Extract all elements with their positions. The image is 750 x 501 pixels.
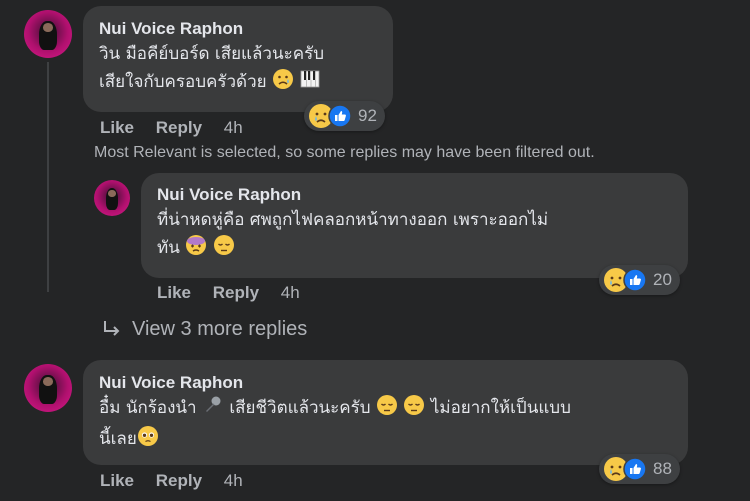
comment-actions: Like Reply 4h <box>100 471 260 491</box>
reply-button[interactable]: Reply <box>156 118 202 137</box>
comment-text-line: ไม่อยากให้เป็นแบบ <box>430 398 571 418</box>
piano-icon <box>299 68 321 99</box>
comment-text-line: เสียชีวิตแล้วนะครับ <box>229 398 371 418</box>
comment-text: ที่น่าหดหู่คือ ศพถูกไฟคลอกหน้าทางออก เพร… <box>157 206 672 265</box>
reaction-count: 92 <box>358 106 377 125</box>
like-button[interactable]: Like <box>100 118 134 137</box>
comment-bubble: Nui Voice Raphon วิน มือคีย์บอร์ด เสียแล… <box>83 6 393 112</box>
comment-actions: Like Reply 4h <box>100 118 260 138</box>
avatar[interactable] <box>24 10 72 58</box>
reply-button[interactable]: Reply <box>156 471 202 490</box>
comment-author[interactable]: Nui Voice Raphon <box>99 18 377 40</box>
thread-line <box>47 62 49 292</box>
like-icon <box>328 104 352 128</box>
like-button[interactable]: Like <box>157 283 191 302</box>
microphone-icon <box>202 394 224 425</box>
sad-face-icon <box>272 68 294 99</box>
pensive-face-icon <box>213 234 235 265</box>
comment-author[interactable]: Nui Voice Raphon <box>99 372 672 394</box>
comment-bubble: Nui Voice Raphon อื๋ม นักร้องนำ เสียชีวิ… <box>83 360 688 465</box>
pensive-face-icon <box>403 394 425 425</box>
comment-actions: Like Reply 4h <box>157 283 317 303</box>
avatar[interactable] <box>94 180 130 216</box>
reaction-count: 88 <box>653 459 672 478</box>
timestamp[interactable]: 4h <box>224 471 243 490</box>
timestamp[interactable]: 4h <box>281 283 300 302</box>
comment-text: อื๋ม นักร้องนำ เสียชีวิตแล้วนะครับ ไม่อย… <box>99 394 672 456</box>
avatar[interactable] <box>24 364 72 412</box>
comment-text-line: ที่น่าหดหู่คือ ศพถูกไฟคลอกหน้าทางออก เพร… <box>157 210 549 230</box>
reaction-summary[interactable]: 92 <box>304 101 385 131</box>
comment-text-line: อื๋ม นักร้องนำ <box>99 398 197 418</box>
reaction-summary[interactable]: 20 <box>599 265 680 295</box>
view-more-label[interactable]: View 3 more replies <box>132 318 307 341</box>
pleading-face-icon <box>137 425 159 456</box>
reply-button[interactable]: Reply <box>213 283 259 302</box>
like-button[interactable]: Like <box>100 471 134 490</box>
comment-text: วิน มือคีย์บอร์ด เสียแล้วนะครับ เสียใจกั… <box>99 40 377 99</box>
dizzy-face-icon <box>185 234 207 265</box>
pensive-face-icon <box>376 394 398 425</box>
comment-text-line: ทัน <box>157 238 180 258</box>
reply-arrow-icon <box>100 317 124 341</box>
reaction-summary[interactable]: 88 <box>599 454 680 484</box>
view-more-replies-link[interactable]: View 3 more replies <box>100 317 307 341</box>
comment-text-line: วิน มือคีย์บอร์ด เสียแล้วนะครับ <box>99 44 325 64</box>
comment-bubble: Nui Voice Raphon ที่น่าหดหู่คือ ศพถูกไฟค… <box>141 173 688 278</box>
comment-text-line: เสียใจกับครอบครัวด้วย <box>99 72 267 92</box>
comment-text-line: นี้เลย <box>99 429 137 449</box>
comment-author[interactable]: Nui Voice Raphon <box>157 184 672 206</box>
like-icon <box>623 457 647 481</box>
timestamp[interactable]: 4h <box>224 118 243 137</box>
reaction-count: 20 <box>653 270 672 289</box>
like-icon <box>623 268 647 292</box>
filter-notice: Most Relevant is selected, so some repli… <box>94 144 595 161</box>
